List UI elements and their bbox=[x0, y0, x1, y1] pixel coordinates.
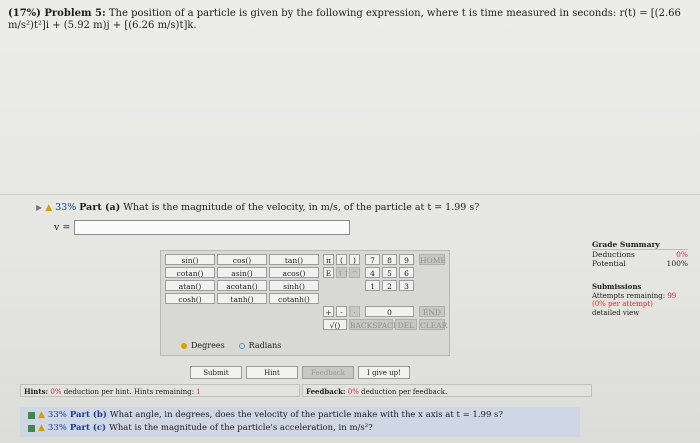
calc-digit-6[interactable]: 6 bbox=[399, 267, 414, 278]
calc-dot-button[interactable]: · bbox=[349, 306, 360, 317]
grade-summary: Grade Summary Deductions 0% Potential 10… bbox=[592, 240, 688, 268]
feedback-deduction: 0% bbox=[347, 388, 359, 396]
calc-end-button[interactable]: END bbox=[419, 306, 445, 317]
calc-digit-9[interactable]: 9 bbox=[399, 254, 414, 265]
calc-backspace-button[interactable]: BACKSPACE bbox=[349, 319, 398, 330]
problem-label: (17%) Problem 5: bbox=[8, 8, 106, 19]
part-c-question: What is the magnitude of the particle's … bbox=[109, 423, 373, 433]
per-attempt: (0% per attempt) bbox=[592, 300, 653, 308]
calc-sin-button[interactable]: sin() bbox=[165, 254, 215, 265]
answer-prefix: v = bbox=[54, 222, 71, 233]
calc-digit-4[interactable]: 4 bbox=[365, 267, 380, 278]
calc-home-button[interactable]: HOME bbox=[419, 254, 446, 265]
expand-triangle-icon[interactable]: ▶ bbox=[36, 203, 42, 212]
calc-cotanh-button[interactable]: cotanh() bbox=[269, 293, 319, 304]
warning-icon: ▲ bbox=[45, 203, 53, 213]
calc-minus-button[interactable]: - bbox=[336, 306, 347, 317]
submit-button[interactable]: Submit bbox=[190, 366, 242, 379]
calc-asin-button[interactable]: asin() bbox=[217, 267, 267, 278]
hints-text: deduction per hint. Hints remaining: bbox=[63, 388, 195, 396]
calc-atan-button[interactable]: atan() bbox=[165, 280, 215, 291]
calc-cos-button[interactable]: cos() bbox=[217, 254, 267, 265]
calc-power-button[interactable]: ^ bbox=[349, 267, 360, 278]
answer-row: v = bbox=[54, 220, 351, 235]
calc-arrows-button[interactable]: ↑↑ bbox=[336, 267, 350, 278]
feedback-text: deduction per feedback. bbox=[361, 388, 448, 396]
calc-open-paren-button[interactable]: ( bbox=[336, 254, 347, 265]
feedback-button[interactable]: Feedback bbox=[302, 366, 354, 379]
calc-cotan-button[interactable]: cotan() bbox=[165, 267, 215, 278]
attempts-value: 99 bbox=[667, 291, 677, 300]
part-b-percent: 33% bbox=[47, 410, 67, 420]
part-b-label: Part (b) bbox=[69, 410, 107, 420]
calc-digit-2[interactable]: 2 bbox=[382, 280, 397, 291]
grade-summary-title: Grade Summary bbox=[592, 240, 688, 250]
radians-label: Radians bbox=[248, 341, 282, 350]
part-c-header[interactable]: ▲ 33% Part (c) What is the magnitude of … bbox=[28, 423, 373, 433]
submissions-title: Submissions bbox=[592, 282, 642, 291]
calc-cosh-button[interactable]: cosh() bbox=[165, 293, 215, 304]
hints-deduction: 0% bbox=[50, 388, 62, 396]
other-parts-panel: ▲ 33% Part (b) What angle, in degrees, d… bbox=[20, 407, 580, 437]
calc-digit-5[interactable]: 5 bbox=[382, 267, 397, 278]
problem-statement: (17%) Problem 5: The position of a parti… bbox=[8, 8, 694, 32]
calc-del-button[interactable]: DEL bbox=[395, 319, 417, 330]
answer-input[interactable] bbox=[74, 220, 351, 235]
part-a-label: Part (a) bbox=[79, 202, 121, 213]
hint-button[interactable]: Hint bbox=[246, 366, 298, 379]
radio-degrees[interactable] bbox=[181, 342, 187, 349]
feedback-bar: Feedback: 0% deduction per feedback. bbox=[302, 384, 592, 397]
degrees-label: Degrees bbox=[191, 341, 225, 350]
calc-digit-3[interactable]: 3 bbox=[399, 280, 414, 291]
detailed-view-link[interactable]: detailed view bbox=[592, 309, 692, 318]
calc-plus-button[interactable]: + bbox=[323, 306, 334, 317]
calc-sinh-button[interactable]: sinh() bbox=[269, 280, 319, 291]
calc-digit-7[interactable]: 7 bbox=[365, 254, 380, 265]
page: (17%) Problem 5: The position of a parti… bbox=[0, 0, 700, 443]
calculator: sin() cos() tan() cotan() asin() acos() … bbox=[160, 250, 450, 356]
calc-acotan-button[interactable]: acotan() bbox=[217, 280, 267, 291]
feedback-label: Feedback: bbox=[306, 387, 346, 396]
calc-close-paren-button[interactable]: ) bbox=[349, 254, 360, 265]
calc-pi-button[interactable]: π bbox=[323, 254, 334, 265]
part-b-header[interactable]: ▲ 33% Part (b) What angle, in degrees, d… bbox=[28, 410, 503, 420]
divider bbox=[0, 194, 700, 195]
part-a-header[interactable]: ▶ ▲ 33% Part (a) What is the magnitude o… bbox=[36, 202, 479, 213]
calc-digit-0[interactable]: 0 bbox=[365, 306, 414, 317]
calc-sqrt-button[interactable]: √() bbox=[323, 319, 347, 330]
warning-icon: ▲ bbox=[38, 423, 45, 433]
hints-label: Hints: bbox=[24, 387, 49, 396]
part-c-label: Part (c) bbox=[69, 423, 107, 433]
calc-digit-1[interactable]: 1 bbox=[365, 280, 380, 291]
deductions-value: 0% bbox=[676, 250, 688, 259]
submissions: Submissions Attempts remaining: 99 (0% p… bbox=[592, 282, 692, 318]
calc-digit-8[interactable]: 8 bbox=[382, 254, 397, 265]
part-b-question: What angle, in degrees, does the velocit… bbox=[109, 410, 503, 420]
problem-text: The position of a particle is given by t… bbox=[8, 8, 681, 31]
warning-icon: ▲ bbox=[38, 410, 45, 420]
radio-radians[interactable] bbox=[238, 342, 245, 349]
angle-mode-selector: Degrees Radians bbox=[181, 341, 281, 350]
part-status-icon bbox=[28, 424, 35, 432]
part-c-percent: 33% bbox=[47, 423, 67, 433]
calc-tanh-button[interactable]: tanh() bbox=[217, 293, 267, 304]
potential-label: Potential bbox=[592, 259, 626, 268]
attempts-label: Attempts remaining: bbox=[592, 291, 666, 300]
calc-clear-button[interactable]: CLEAR bbox=[419, 319, 447, 330]
part-a-percent: 33% bbox=[55, 202, 77, 213]
calc-exp-button[interactable]: E bbox=[323, 267, 334, 278]
give-up-button[interactable]: I give up! bbox=[358, 366, 410, 379]
hints-remaining: 1 bbox=[196, 388, 201, 396]
calc-tan-button[interactable]: tan() bbox=[269, 254, 319, 265]
deductions-label: Deductions bbox=[592, 250, 635, 259]
part-a-question: What is the magnitude of the velocity, i… bbox=[123, 202, 480, 213]
potential-value: 100% bbox=[666, 259, 688, 268]
part-status-icon bbox=[28, 411, 35, 419]
calc-acos-button[interactable]: acos() bbox=[269, 267, 319, 278]
hints-bar: Hints: 0% deduction per hint. Hints rema… bbox=[20, 384, 300, 397]
